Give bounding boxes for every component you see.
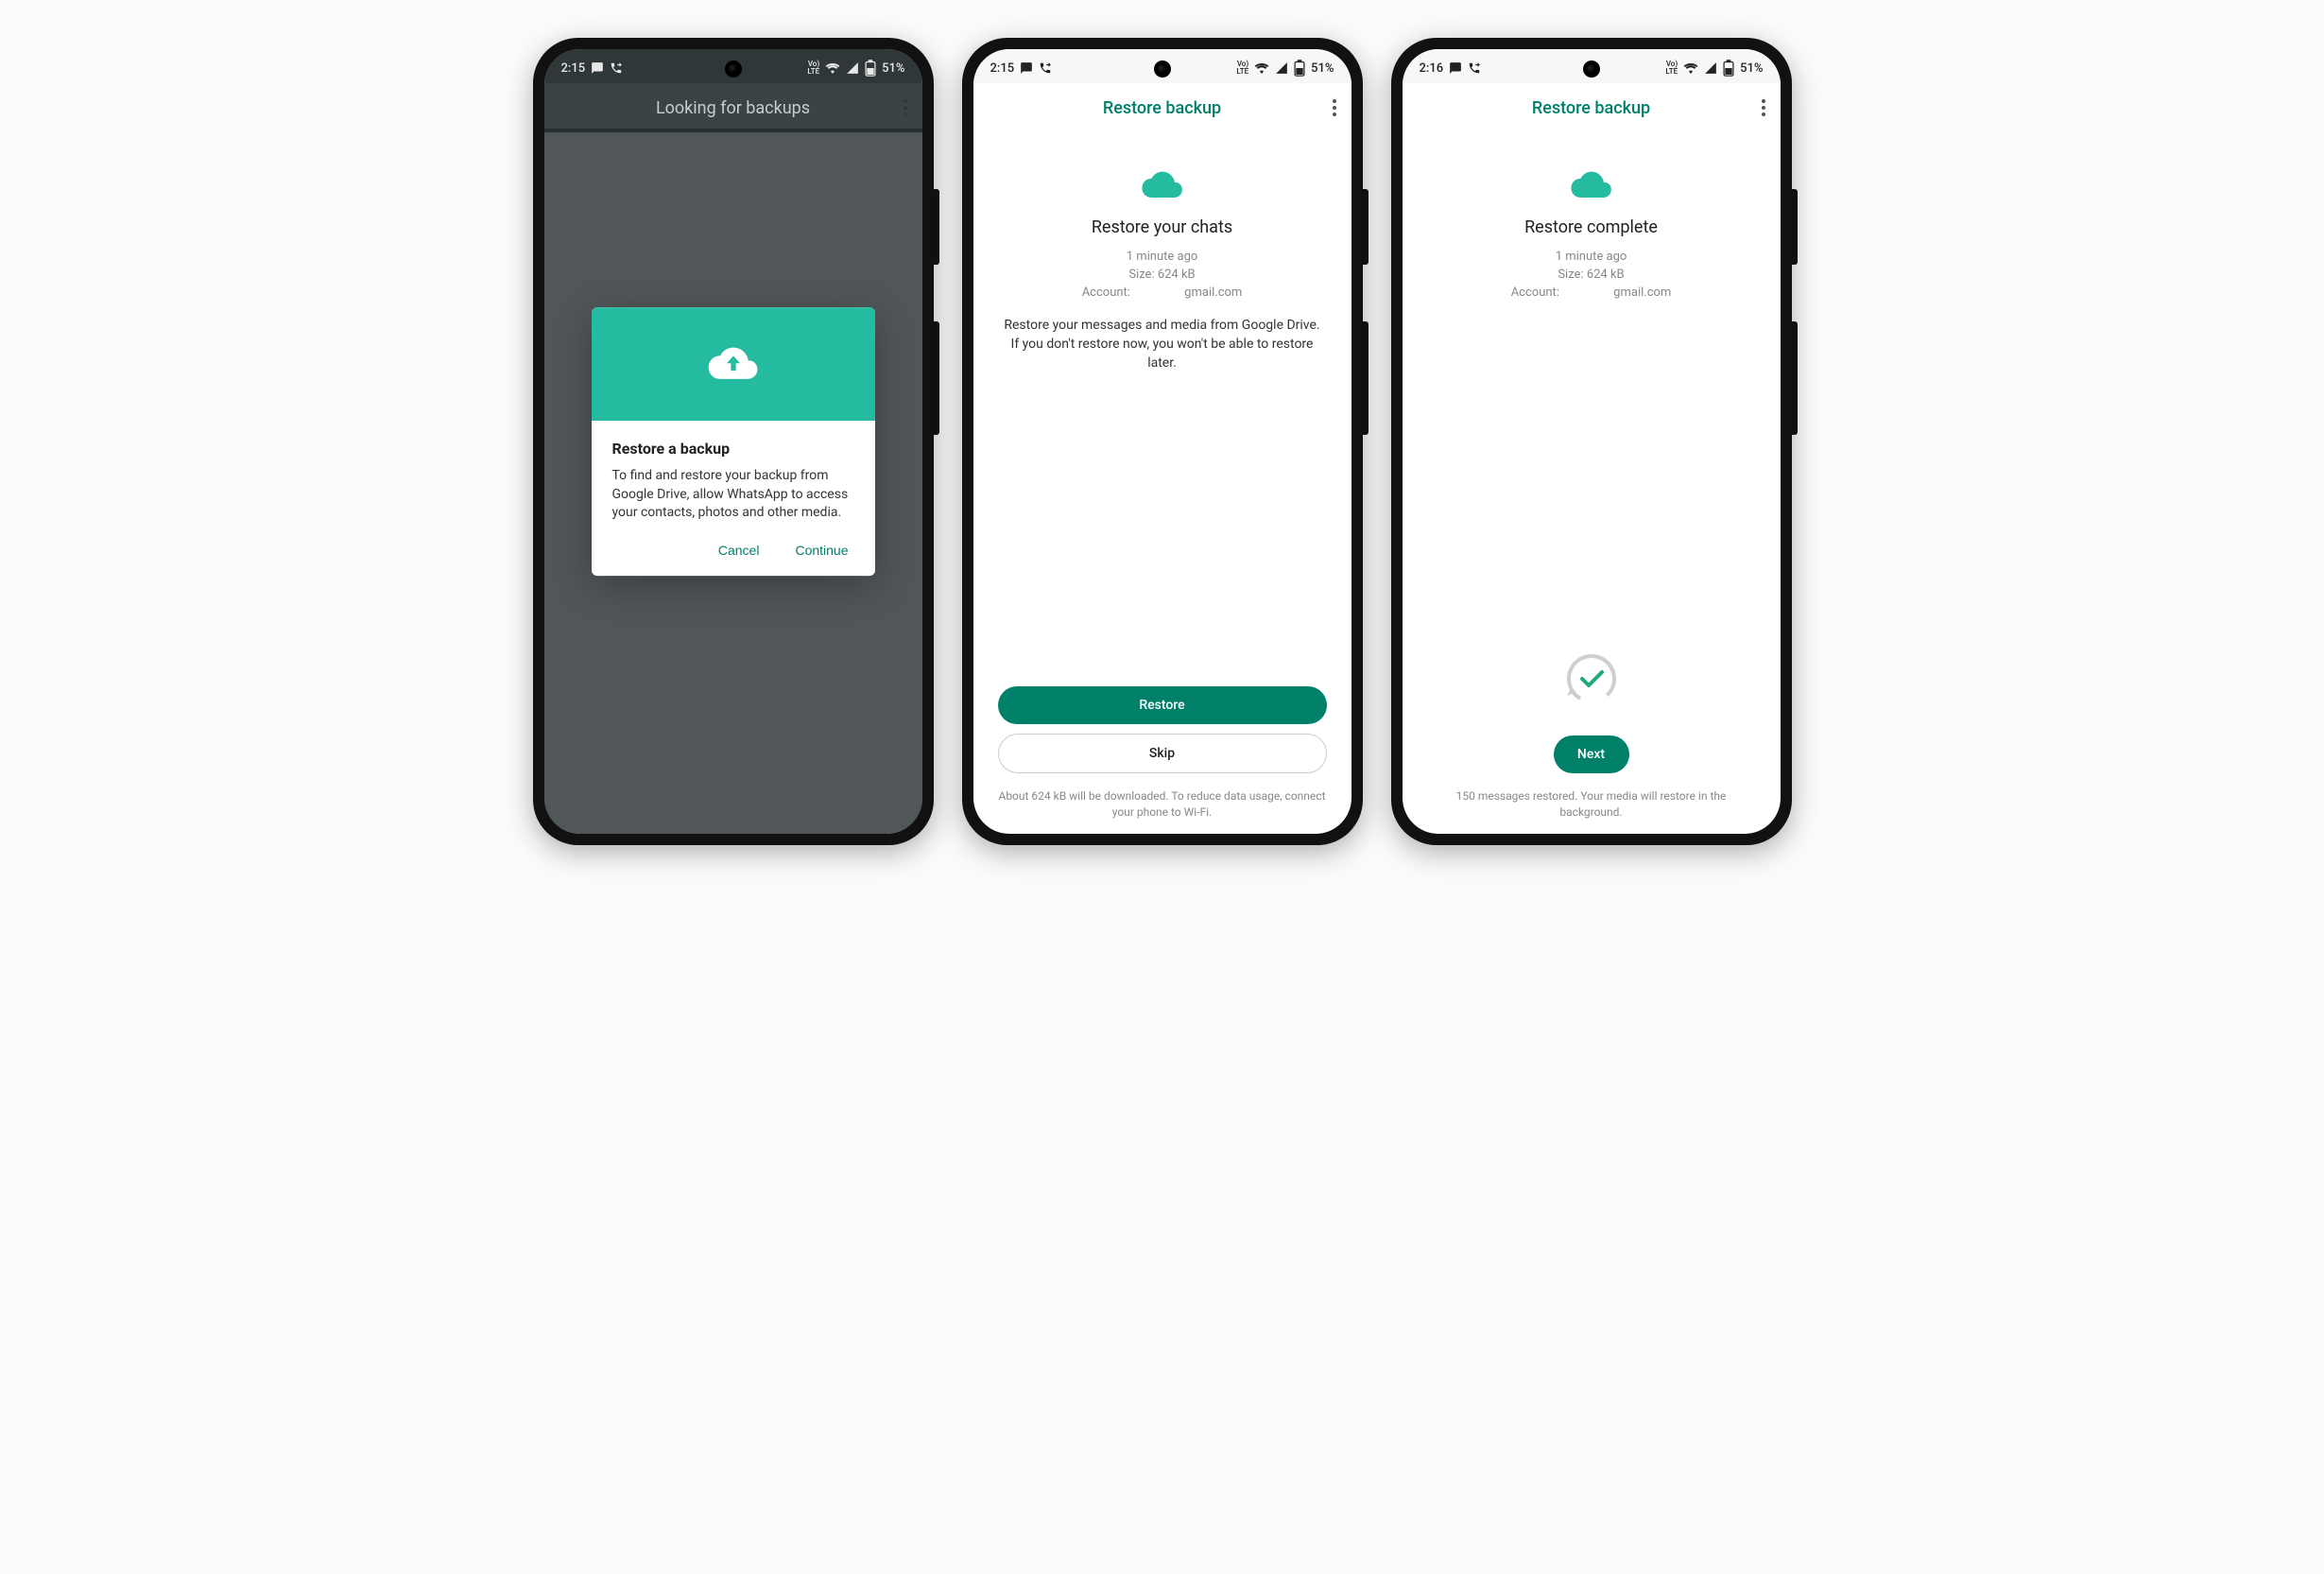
footer-note: About 624 kB will be downloaded. To redu… (998, 788, 1327, 821)
app-bar-title: Restore backup (1103, 98, 1221, 118)
app-bar: Restore backup (1403, 83, 1781, 132)
content-heading: Restore your chats (1092, 217, 1232, 237)
signal-icon (1275, 62, 1288, 74)
front-camera (1154, 61, 1171, 78)
app-bar-title: Looking for backups (656, 98, 810, 118)
cloud-icon (1141, 170, 1184, 200)
restore-backup-dialog: Restore a backup To find and restore you… (592, 307, 875, 576)
phone-frame-2: 2:15 Vo)LTE 51% Restore backup Restore y… (962, 38, 1363, 845)
overflow-menu-icon[interactable] (904, 99, 907, 116)
overflow-menu-icon[interactable] (1333, 99, 1336, 116)
overflow-menu-icon[interactable] (1762, 99, 1765, 116)
call-forward-icon (1039, 61, 1052, 75)
backup-age: 1 minute ago (1511, 249, 1672, 267)
backup-account: Account: gmail.com (1082, 285, 1243, 303)
content-description: Restore your messages and media from Goo… (998, 316, 1327, 373)
battery-percent: 51% (1740, 61, 1763, 76)
phone-frame-3: 2:16 Vo)LTE 51% Restore backup Restore c… (1391, 38, 1792, 845)
dialog-header (592, 307, 875, 421)
battery-icon (1294, 60, 1305, 77)
dialog-title: Restore a backup (612, 440, 854, 458)
call-forward-icon (610, 61, 623, 75)
wifi-icon (1254, 62, 1269, 74)
progress-complete-icon (1563, 650, 1620, 707)
skip-button[interactable]: Skip (998, 734, 1327, 773)
content-heading: Restore complete (1524, 217, 1658, 237)
backup-account: Account: gmail.com (1511, 285, 1672, 303)
chat-bubble-icon (1020, 61, 1033, 75)
content-area: Restore your chats 1 minute ago Size: 62… (973, 132, 1351, 686)
phone-frame-1: 2:15 Vo)LTE 51% Looking for backups (533, 38, 934, 845)
clock-text: 2:15 (561, 61, 586, 76)
screen-restore-chats: 2:15 Vo)LTE 51% Restore backup Restore y… (973, 49, 1351, 834)
cloud-icon (1570, 170, 1613, 200)
battery-icon (865, 60, 876, 77)
battery-percent: 51% (1311, 61, 1334, 76)
screen-restore-complete: 2:16 Vo)LTE 51% Restore backup Restore c… (1403, 49, 1781, 834)
front-camera (1583, 61, 1600, 78)
signal-icon (1704, 62, 1717, 74)
bottom-actions: Next 150 messages restored. Your media w… (1403, 650, 1781, 834)
clock-text: 2:16 (1420, 61, 1444, 76)
continue-button[interactable]: Continue (789, 542, 853, 559)
signal-icon (846, 62, 859, 74)
next-button[interactable]: Next (1554, 735, 1629, 773)
backup-meta: 1 minute ago Size: 624 kB Account: gmail… (1511, 249, 1672, 303)
dialog-body-text: To find and restore your backup from Goo… (612, 467, 854, 523)
footer-note: 150 messages restored. Your media will r… (1427, 788, 1756, 821)
clock-text: 2:15 (990, 61, 1015, 76)
content-area: Restore complete 1 minute ago Size: 624 … (1403, 132, 1781, 650)
redacted-username (1562, 287, 1613, 297)
redacted-username (1133, 287, 1184, 297)
app-bar-title: Restore backup (1532, 98, 1650, 118)
call-forward-icon (1468, 61, 1481, 75)
cloud-upload-icon (707, 345, 760, 383)
cancel-button[interactable]: Cancel (713, 542, 766, 559)
bottom-actions: Restore Skip About 624 kB will be downlo… (973, 686, 1351, 834)
backup-meta: 1 minute ago Size: 624 kB Account: gmail… (1082, 249, 1243, 303)
backup-size: Size: 624 kB (1082, 267, 1243, 285)
battery-icon (1723, 60, 1734, 77)
volte-indicator: Vo)LTE (1665, 61, 1678, 76)
screen-looking-for-backups: 2:15 Vo)LTE 51% Looking for backups (544, 49, 922, 834)
front-camera (725, 61, 742, 78)
app-bar: Restore backup (973, 83, 1351, 132)
wifi-icon (1683, 62, 1698, 74)
volte-indicator: Vo)LTE (807, 61, 819, 76)
app-bar: Looking for backups (544, 83, 922, 132)
wifi-icon (825, 62, 840, 74)
chat-bubble-icon (591, 61, 604, 75)
chat-bubble-icon (1449, 61, 1462, 75)
backup-size: Size: 624 kB (1511, 267, 1672, 285)
backup-age: 1 minute ago (1082, 249, 1243, 267)
restore-button[interactable]: Restore (998, 686, 1327, 724)
battery-percent: 51% (882, 61, 904, 76)
volte-indicator: Vo)LTE (1236, 61, 1248, 76)
